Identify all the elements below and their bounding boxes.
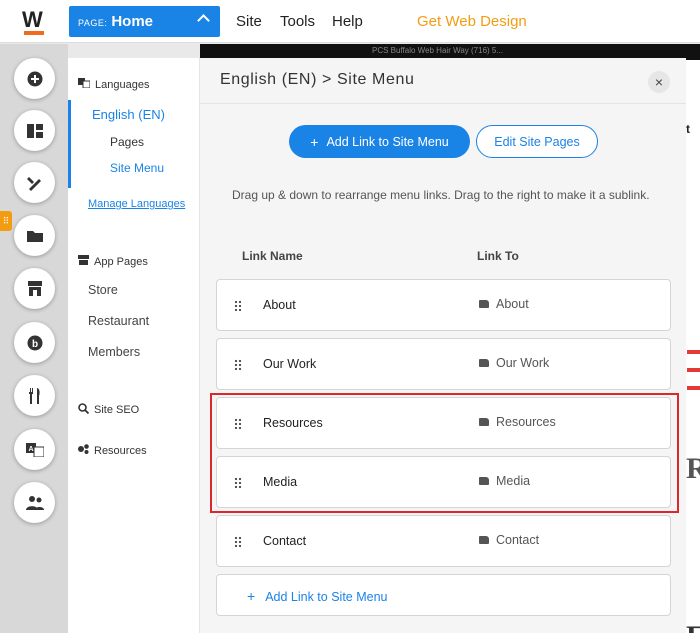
preview-red-line (687, 350, 700, 354)
sidebar-item-site-menu[interactable]: Site Menu (110, 161, 164, 175)
languages-label: Languages (95, 78, 150, 91)
weebly-logo[interactable]: W (22, 7, 46, 35)
instructions-text: Drag up & down to rearrange menu links. … (232, 188, 650, 202)
design-icon[interactable] (14, 162, 55, 203)
languages-section-title: Languages (78, 78, 149, 91)
site-seo-section[interactable]: Site SEO (78, 403, 139, 417)
tool-rail: ⠿ b A (0, 44, 68, 633)
top-bar: W PAGE: Home Site Tools Help Get Web Des… (0, 0, 700, 43)
page-icon (479, 300, 489, 308)
add-link-row-label: Add Link to Site Menu (265, 590, 388, 604)
drag-handle-icon[interactable] (234, 536, 242, 547)
store-icon[interactable] (14, 268, 55, 309)
menu-link-name: Contact (263, 534, 307, 548)
page-icon (479, 536, 489, 544)
app-pages-section-title: App Pages (78, 255, 148, 268)
nav-site[interactable]: Site (236, 13, 262, 30)
edit-site-pages-label: Edit Site Pages (494, 134, 580, 149)
close-icon: × (654, 74, 664, 90)
get-web-design-link[interactable]: Get Web Design (417, 13, 527, 30)
sidebar-item-members[interactable]: Members (88, 345, 140, 359)
sidebar-item-restaurant[interactable]: Restaurant (88, 314, 149, 328)
page-icon (479, 359, 489, 367)
folder-icon[interactable] (14, 215, 55, 256)
nav-help[interactable]: Help (332, 13, 363, 30)
panel-title: English (EN) > Site Menu (220, 71, 415, 88)
menu-link-row[interactable]: Our Work Our Work (216, 338, 671, 390)
preview-red-line (687, 368, 700, 372)
svg-text:A: A (28, 446, 33, 453)
preview-heading-fragment: F (686, 620, 700, 633)
svg-text:b: b (31, 339, 37, 350)
members-icon[interactable] (14, 482, 55, 523)
restaurant-icon[interactable] (14, 375, 55, 416)
menu-link-target: Our Work (496, 356, 550, 370)
menu-link-name: Our Work (263, 357, 317, 371)
grid-handle-icon[interactable]: ⠿ (0, 211, 12, 231)
seo-icon (78, 403, 90, 417)
plus-icon: + (247, 588, 256, 604)
layout-icon[interactable] (14, 110, 55, 151)
language-icon (78, 78, 91, 91)
manage-languages-link[interactable]: Manage Languages (88, 198, 185, 210)
nav-tools[interactable]: Tools (280, 13, 315, 30)
site-menu-sidebar: Languages English (EN) Pages Site Menu M… (68, 58, 200, 633)
add-link-button-label: Add Link to Site Menu (326, 134, 449, 149)
resources-label: Resources (94, 444, 147, 457)
menu-link-target: About (496, 297, 529, 311)
add-link-row: + Add Link to Site Menu (247, 588, 387, 604)
drag-handle-icon[interactable] (234, 300, 242, 311)
preview-heading-fragment: R (686, 452, 700, 485)
panel-header: English (EN) > Site Menu × (200, 58, 686, 104)
page-selector-button[interactable]: PAGE: Home (69, 6, 220, 37)
plus-icon[interactable] (14, 58, 55, 99)
resources-icon (78, 444, 89, 457)
plus-icon: + (310, 133, 319, 150)
blog-icon[interactable]: b (14, 322, 55, 363)
page-selector-name: Home (111, 13, 154, 30)
menu-link-row[interactable]: Contact Contact (216, 515, 671, 567)
highlight-box (210, 393, 679, 513)
add-link-to-site-menu-button[interactable]: + Add Link to Site Menu (289, 125, 470, 158)
drag-handle-icon[interactable] (234, 359, 242, 370)
column-header-link-to: Link To (477, 249, 519, 263)
resources-section[interactable]: Resources (78, 444, 147, 457)
active-language-indicator (68, 100, 71, 188)
column-header-link-name: Link Name (242, 249, 303, 263)
site-preview: t R F (686, 60, 700, 633)
app-pages-label: App Pages (94, 255, 148, 268)
store-icon (78, 255, 89, 268)
preview-red-line (687, 386, 700, 390)
sidebar-item-pages[interactable]: Pages (110, 135, 144, 149)
page-selector-label: PAGE: (78, 17, 108, 28)
add-link-row-button[interactable]: + Add Link to Site Menu (216, 574, 671, 616)
menu-link-name: About (263, 298, 296, 312)
site-seo-label: Site SEO (94, 404, 140, 416)
close-button[interactable]: × (648, 71, 670, 93)
chevron-up-icon (197, 14, 210, 27)
sidebar-item-store[interactable]: Store (88, 283, 118, 297)
menu-link-target: Contact (496, 533, 540, 547)
site-header-strip-text: PCS Buffalo Web Hair Way (716) 5... (372, 46, 504, 55)
menu-link-row[interactable]: About About (216, 279, 671, 331)
preview-text-fragment: t (686, 122, 690, 136)
language-icon[interactable]: A (14, 429, 55, 470)
language-english[interactable]: English (EN) (92, 107, 165, 122)
edit-site-pages-button[interactable]: Edit Site Pages (476, 125, 598, 158)
site-menu-panel: English (EN) > Site Menu × + Add Link to… (200, 58, 686, 633)
